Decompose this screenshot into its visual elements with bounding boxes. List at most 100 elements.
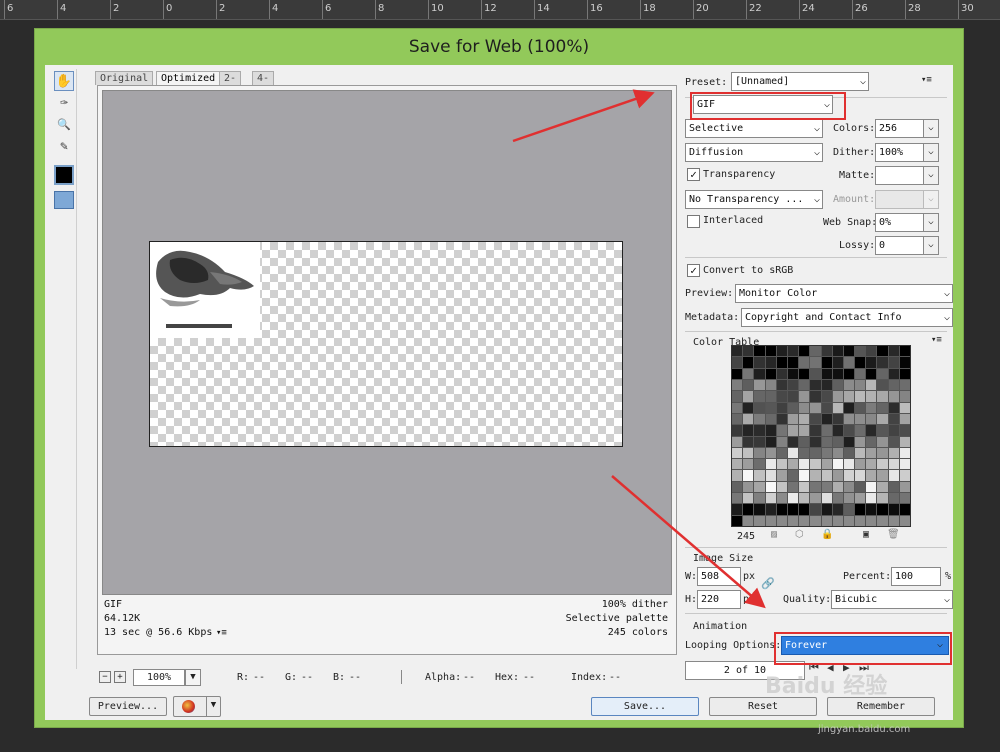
color-swatch[interactable]: [843, 470, 855, 481]
color-swatch[interactable]: [866, 447, 877, 459]
color-swatch[interactable]: [843, 515, 855, 526]
color-swatch[interactable]: [732, 413, 743, 425]
color-swatch[interactable]: [799, 504, 810, 515]
color-swatch[interactable]: [743, 493, 754, 504]
color-swatch[interactable]: [732, 425, 743, 436]
color-swatch[interactable]: [888, 357, 899, 368]
color-swatch[interactable]: [787, 493, 799, 504]
color-swatch[interactable]: [787, 391, 799, 402]
color-swatch[interactable]: [843, 402, 855, 413]
color-swatch[interactable]: [743, 402, 754, 413]
color-swatch[interactable]: [732, 493, 743, 504]
color-swatch[interactable]: [888, 493, 899, 504]
color-swatch[interactable]: [877, 413, 888, 425]
color-swatch[interactable]: [799, 515, 810, 526]
color-swatch[interactable]: [866, 459, 877, 470]
color-swatch[interactable]: [866, 515, 877, 526]
color-swatch[interactable]: [787, 368, 799, 379]
color-swatch[interactable]: [821, 459, 832, 470]
chevron-down-icon[interactable]: ▼: [185, 669, 201, 686]
color-swatch[interactable]: [843, 425, 855, 436]
color-swatch[interactable]: [810, 504, 821, 515]
color-swatch[interactable]: [855, 391, 866, 402]
color-swatch[interactable]: [799, 357, 810, 368]
eyedropper-icon[interactable]: ✎: [54, 137, 74, 157]
color-swatch[interactable]: [799, 391, 810, 402]
color-swatch[interactable]: [899, 459, 910, 470]
color-swatch[interactable]: [832, 379, 843, 391]
color-swatch[interactable]: [765, 402, 776, 413]
color-swatch[interactable]: [877, 346, 888, 357]
color-swatch[interactable]: [877, 470, 888, 481]
color-swatch[interactable]: [765, 447, 776, 459]
color-swatch[interactable]: [832, 357, 843, 368]
color-swatch[interactable]: [776, 436, 787, 447]
color-swatch[interactable]: [843, 379, 855, 391]
color-swatch[interactable]: [754, 368, 765, 379]
color-swatch[interactable]: [787, 413, 799, 425]
color-swatch[interactable]: [799, 402, 810, 413]
tab-2-up[interactable]: 2-Up: [219, 71, 242, 97]
color-swatch[interactable]: [810, 379, 821, 391]
web-shift-icon[interactable]: ⬡: [795, 529, 804, 540]
color-swatch[interactable]: [810, 447, 821, 459]
color-swatch[interactable]: [732, 346, 743, 357]
color-swatch[interactable]: [743, 425, 754, 436]
color-swatch[interactable]: [855, 447, 866, 459]
color-swatch[interactable]: [843, 504, 855, 515]
color-swatch[interactable]: [866, 493, 877, 504]
color-swatch[interactable]: [732, 481, 743, 493]
color-swatch[interactable]: [832, 447, 843, 459]
color-swatch[interactable]: [799, 459, 810, 470]
color-swatch[interactable]: [810, 413, 821, 425]
color-swatch[interactable]: [754, 379, 765, 391]
color-swatch[interactable]: [754, 459, 765, 470]
color-swatch[interactable]: [732, 515, 743, 526]
color-swatch[interactable]: [810, 459, 821, 470]
color-swatch[interactable]: [899, 481, 910, 493]
color-swatch[interactable]: [743, 459, 754, 470]
color-swatch[interactable]: [832, 481, 843, 493]
color-swatch[interactable]: [821, 504, 832, 515]
color-swatch[interactable]: [754, 504, 765, 515]
zoom-icon[interactable]: 🔍: [54, 115, 74, 135]
color-swatch[interactable]: [899, 413, 910, 425]
zoom-in-button[interactable]: +: [114, 671, 126, 683]
color-swatch[interactable]: [743, 447, 754, 459]
color-swatch[interactable]: [787, 436, 799, 447]
color-swatch[interactable]: [754, 346, 765, 357]
color-swatch[interactable]: [843, 346, 855, 357]
color-swatch[interactable]: [810, 425, 821, 436]
color-swatch[interactable]: [776, 481, 787, 493]
color-swatch[interactable]: [743, 470, 754, 481]
lock-icon[interactable]: 🔒: [821, 529, 833, 540]
color-swatch[interactable]: [888, 391, 899, 402]
color-swatch[interactable]: [855, 470, 866, 481]
color-swatch[interactable]: [810, 436, 821, 447]
color-swatch[interactable]: [754, 481, 765, 493]
color-swatch[interactable]: [888, 368, 899, 379]
looping-select[interactable]: Forever: [781, 636, 949, 655]
color-swatch[interactable]: [843, 481, 855, 493]
color-swatch[interactable]: [776, 346, 787, 357]
color-swatch[interactable]: [855, 504, 866, 515]
color-swatch[interactable]: [832, 436, 843, 447]
srgb-checkbox[interactable]: ✓: [687, 264, 700, 277]
color-swatch[interactable]: [787, 379, 799, 391]
color-swatch[interactable]: [843, 493, 855, 504]
trash-icon[interactable]: 🗑: [887, 529, 900, 540]
color-swatch[interactable]: [799, 368, 810, 379]
color-swatch[interactable]: [821, 346, 832, 357]
color-swatch[interactable]: [799, 470, 810, 481]
color-swatch[interactable]: [787, 470, 799, 481]
color-swatch[interactable]: [821, 481, 832, 493]
color-swatch[interactable]: [754, 436, 765, 447]
color-swatch[interactable]: [888, 436, 899, 447]
color-swatch[interactable]: [855, 493, 866, 504]
color-swatch[interactable]: [765, 481, 776, 493]
color-swatch[interactable]: [821, 391, 832, 402]
color-swatch[interactable]: [877, 391, 888, 402]
color-swatch[interactable]: [888, 379, 899, 391]
color-table-menu-icon[interactable]: ▾≡: [931, 335, 942, 345]
color-swatch[interactable]: [776, 379, 787, 391]
